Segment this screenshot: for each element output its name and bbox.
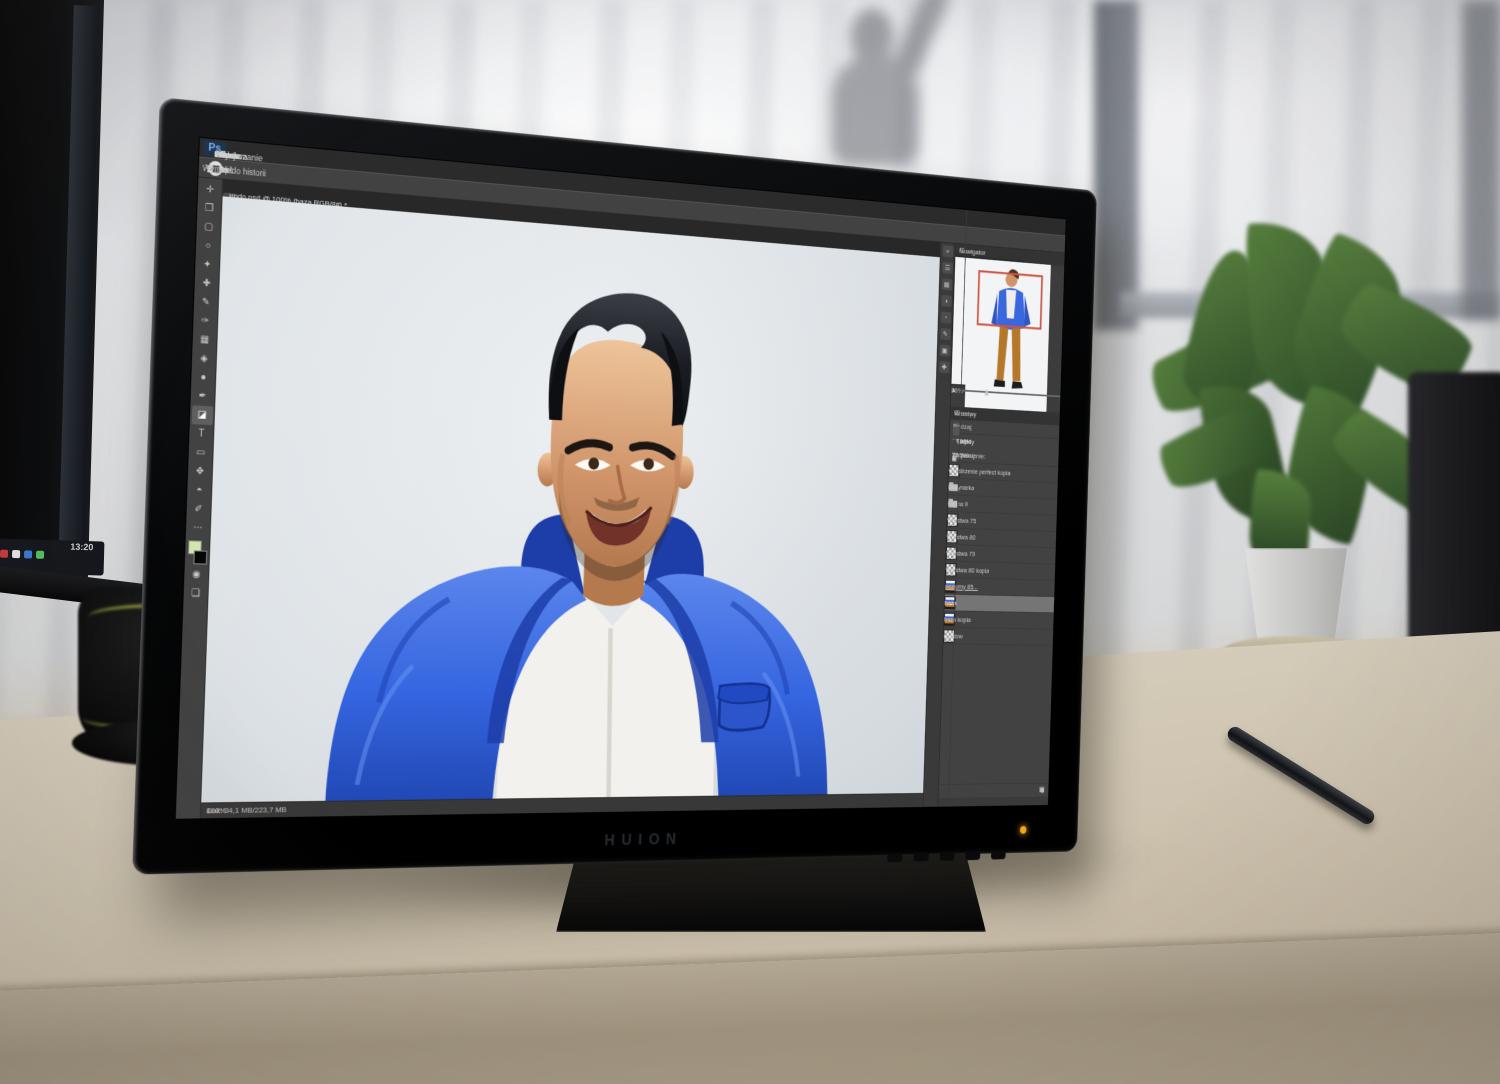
collapsed-panel-icon[interactable]: ☰: [941, 261, 953, 274]
navigator-panel: 20% ▲ ▲: [950, 256, 1065, 413]
background-color[interactable]: [192, 550, 207, 565]
desk-photo: 13:20 HUION Ps Plik Edycja Obraz Warstwa Tek…: [0, 0, 1500, 1084]
pen-display-monitor: HUION Ps Plik Edycja Obraz Warstwa Tekst Zazn…: [132, 97, 1097, 875]
marquee-tool-icon[interactable]: ▢: [198, 217, 220, 237]
move-tool-icon[interactable]: ✛: [199, 179, 221, 200]
tray-icon: [35, 550, 45, 559]
dodge-tool-icon[interactable]: ◈: [193, 349, 215, 369]
portrait-painting: [325, 287, 835, 802]
taskbar-clock: 13:20: [70, 541, 94, 553]
blur-tool-icon[interactable]: ●: [192, 368, 214, 388]
window-frame-bar: [1094, 0, 1138, 330]
layer-row-baza-kopia[interactable]: baza kopia: [934, 320, 1054, 820]
eyedropper-tool-icon[interactable]: ✑: [194, 311, 216, 331]
healing-brush-tool-icon[interactable]: ✚: [196, 273, 218, 293]
gradient-tool-icon[interactable]: ▦: [194, 330, 216, 350]
layer-name[interactable]: shadow: [943, 632, 962, 640]
quick-select-tool-icon[interactable]: ✦: [196, 255, 218, 275]
tray-icon: [23, 550, 33, 559]
collapsed-panel-icon[interactable]: ✎: [939, 328, 951, 341]
shape-tool-icon[interactable]: ▭: [190, 443, 212, 463]
collapsed-panel-icon[interactable]: ✚: [938, 361, 950, 374]
canvas[interactable]: [201, 196, 940, 803]
monitor-button[interactable]: [990, 850, 1006, 860]
secondary-monitor: [0, 0, 105, 594]
collapsed-panel-icon[interactable]: ▦: [941, 278, 953, 291]
right-panels: Nawigator ☰ ▲ Warstwy Kanały ☰ Rodzaj Zw…: [934, 171, 1065, 820]
curtain-shadow-figure: [790, 0, 980, 166]
speaker: [1408, 372, 1500, 672]
collapsed-panel-icon[interactable]: ◑: [940, 294, 952, 308]
tray-icons: [0, 549, 70, 563]
more-tools-icon[interactable]: ⋯: [187, 518, 209, 537]
eraser-tool-icon[interactable]: ◪: [191, 405, 213, 426]
monitor-button[interactable]: [887, 853, 903, 863]
lasso-tool-icon[interactable]: ○: [197, 236, 219, 256]
collapsed-panel-icon[interactable]: ◔: [940, 311, 952, 324]
status-arrow-icon[interactable]: ▸: [206, 806, 210, 815]
clone-stamp-tool-icon[interactable]: ✒: [192, 386, 214, 406]
sponge-tool-icon[interactable]: ◓: [188, 481, 210, 501]
monitor-button[interactable]: [939, 851, 955, 861]
hand-tool-icon[interactable]: ✥: [189, 462, 211, 482]
monitor-brand-label: HUION: [604, 829, 683, 850]
layer-row-shadow[interactable]: ◉shadow: [934, 336, 1054, 820]
layers-list: wyostrzenie perfect kopia ◉ Marynarka ◉ Grup…: [934, 171, 1059, 820]
type-tool-icon[interactable]: T: [190, 424, 212, 444]
doc-size: Dok: 34,1 MB/223,7 MB: [206, 805, 287, 816]
smudge-tool-icon[interactable]: ✐: [188, 500, 210, 520]
monitor-button[interactable]: [913, 852, 929, 862]
collapsed-panel-icon[interactable]: ▣: [939, 344, 951, 357]
photoshop-window: Ps Plik Edycja Obraz Warstwa Tekst Zaznaczani…: [174, 136, 1067, 820]
brush-tool-icon[interactable]: ✎: [195, 292, 217, 312]
pressure-size-icon[interactable]: ✐: [202, 160, 218, 175]
window-frame-right: [1462, 0, 1500, 320]
tray-icon: [11, 549, 21, 559]
crop-tool-icon[interactable]: ❐: [198, 198, 220, 218]
color-swatches[interactable]: [186, 539, 208, 565]
tray-icon: [0, 549, 9, 558]
monitor-bezel: HUION Ps Plik Edycja Obraz Warstwa Tekst Zazn…: [132, 97, 1097, 875]
collapsed-panel-icon[interactable]: «: [942, 245, 954, 258]
screen-mode-icon[interactable]: ❏: [185, 584, 207, 603]
monitor-button[interactable]: [965, 851, 981, 861]
quick-mask-icon[interactable]: ◉: [185, 565, 207, 584]
layers-action-icon[interactable]: ▯: [1041, 786, 1044, 794]
